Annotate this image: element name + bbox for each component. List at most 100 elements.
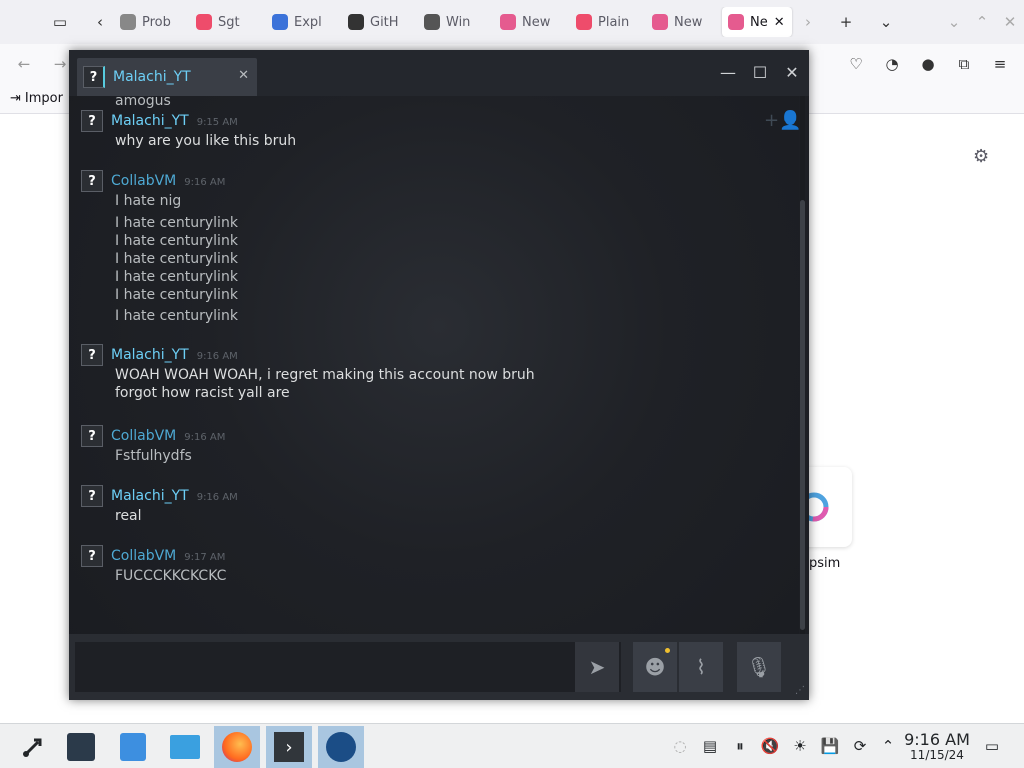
tray-status-icon[interactable]: ◌ — [670, 736, 690, 756]
browser-tab-label: Win — [446, 14, 471, 30]
browser-tab-bar: ▭ ‹ Prob Sgt Expl GitH Win New Plain New Ne ✕ › +… — [0, 0, 1024, 44]
browser-tab[interactable]: GitH — [342, 7, 412, 37]
browser-tab[interactable]: New — [494, 7, 564, 37]
tab-favicon-icon — [272, 14, 288, 30]
message-author[interactable]: Malachi_YT — [111, 488, 189, 504]
discover-store-icon[interactable] — [110, 726, 156, 768]
media-pause-icon[interactable]: ⏸ — [730, 736, 750, 756]
chat-tab[interactable]: ? Malachi_YT ✕ — [77, 58, 257, 96]
maximize-icon[interactable]: ☐ — [748, 60, 772, 84]
gear-icon[interactable]: ⚙ — [973, 146, 989, 167]
chat-composer: ➤ ☻ ⌇ 🎙 ⋰ — [69, 634, 809, 700]
brightness-icon[interactable]: ☀ — [790, 736, 810, 756]
chat-log[interactable]: amogus ? Malachi_YT 9:15 AM why are you lik… — [69, 96, 799, 682]
message-group: ? Malachi_YT 9:15 AM why are you like this … — [81, 110, 781, 150]
browser-tab-label: Expl — [294, 14, 322, 30]
browser-tab[interactable]: Win — [418, 7, 488, 37]
message-line: I hate centurylink — [115, 269, 238, 285]
message-timestamp: 9:16 AM — [196, 351, 238, 362]
scroll-tabs-right-icon[interactable]: › — [794, 8, 822, 36]
list-all-tabs-icon[interactable]: ⌄ — [872, 8, 900, 36]
message-timestamp: 9:17 AM — [184, 552, 226, 563]
message-timestamp: 9:16 AM — [196, 492, 238, 503]
message-author[interactable]: CollabVM — [111, 428, 176, 444]
expand-tray-icon[interactable]: ⌃ — [878, 736, 898, 756]
import-bookmarks-icon[interactable]: ⇥ — [10, 91, 21, 106]
avatar[interactable]: ? — [81, 485, 103, 507]
message-author[interactable]: CollabVM — [111, 173, 176, 189]
tab-favicon-icon — [576, 14, 592, 30]
message-line: I hate nig — [115, 193, 182, 209]
message-header: ? Malachi_YT 9:15 AM — [81, 110, 781, 132]
extension-status-icon[interactable]: ◔ — [878, 50, 906, 78]
account-icon[interactable]: ● — [914, 50, 942, 78]
chat-tab-name: Malachi_YT — [113, 69, 191, 85]
browser-tab[interactable]: Expl — [266, 7, 336, 37]
scroll-tabs-left-icon[interactable]: ‹ — [86, 8, 114, 36]
close-icon[interactable]: ✕ — [780, 60, 804, 84]
update-icon[interactable]: ⟳ — [850, 736, 870, 756]
firefox-icon[interactable] — [214, 726, 260, 768]
file-manager-icon[interactable] — [162, 726, 208, 768]
scrollbar-thumb[interactable] — [800, 200, 805, 630]
browser-tab[interactable]: Prob — [114, 7, 184, 37]
tab-list-icon[interactable]: ▭ — [46, 8, 74, 36]
shortcut-tile-label: psim — [809, 556, 841, 571]
message-line: real — [115, 508, 142, 524]
import-bookmarks-link[interactable]: Impor — [25, 91, 63, 106]
window-minimize-icon[interactable]: ⌄ — [940, 8, 968, 36]
emoticon-button[interactable]: ☻ — [633, 642, 677, 692]
message-author[interactable]: CollabVM — [111, 548, 176, 564]
browser-tab[interactable]: New — [646, 7, 716, 37]
send-button[interactable]: ➤ — [575, 642, 619, 692]
minimize-icon[interactable]: — — [716, 60, 740, 84]
microphone-icon: 🎙 — [746, 655, 772, 679]
avatar[interactable]: ? — [81, 545, 103, 567]
message-group: ? Malachi_YT 9:16 AM WOAH WOAH WOAH, i regr… — [81, 344, 781, 402]
system-settings-icon[interactable] — [58, 726, 104, 768]
browser-tab[interactable]: Ne ✕ — [722, 7, 792, 37]
send-icon: ➤ — [588, 655, 606, 679]
pocket-icon[interactable]: ♡ — [842, 50, 870, 78]
message-line: Fstfulhydfs — [115, 448, 192, 464]
close-tab-icon[interactable]: ✕ — [238, 68, 249, 83]
window-close-icon[interactable]: ✕ — [996, 8, 1024, 36]
clock-time[interactable]: 9:16 AM — [901, 730, 973, 749]
resize-grip-icon[interactable]: ⋰ — [795, 685, 805, 696]
extensions-icon[interactable]: ⧉ — [950, 50, 978, 78]
message-author[interactable]: Malachi_YT — [111, 113, 189, 129]
terminal-icon[interactable]: › — [266, 726, 312, 768]
emoji-icon: ☻ — [644, 655, 666, 679]
chat-titlebar: ? Malachi_YT ✕ — ☐ ✕ — [69, 50, 809, 96]
browser-tab[interactable]: Plain — [570, 7, 640, 37]
taskbar: › ◌ ▤ ⏸ 🔇 ☀ 💾 ⟳ ⌃ ▭ — [0, 723, 1024, 768]
avatar: ? — [83, 66, 105, 88]
window-maximize-icon[interactable]: ⌃ — [968, 8, 996, 36]
menu-icon[interactable]: ≡ — [986, 50, 1014, 78]
avatar[interactable]: ? — [81, 344, 103, 366]
steam-icon[interactable] — [318, 726, 364, 768]
app-launcher-icon[interactable] — [10, 726, 56, 768]
chat-input[interactable] — [75, 642, 621, 692]
browser-tab[interactable]: Sgt — [190, 7, 260, 37]
voice-button[interactable]: 🎙 — [737, 642, 781, 692]
message-timestamp: 9:15 AM — [196, 117, 238, 128]
new-tab-icon[interactable]: + — [832, 8, 860, 36]
volume-muted-icon[interactable]: 🔇 — [760, 736, 780, 756]
notification-dot — [665, 648, 670, 653]
clipboard-icon[interactable]: ▤ — [700, 736, 720, 756]
avatar[interactable]: ? — [81, 110, 103, 132]
message-group: ? CollabVM 9:16 AM I hate nig I hate century… — [81, 170, 781, 325]
avatar[interactable]: ? — [81, 425, 103, 447]
attach-button[interactable]: ⌇ — [679, 642, 723, 692]
close-tab-icon[interactable]: ✕ — [774, 15, 785, 30]
tab-strip: Prob Sgt Expl GitH Win New Plain New Ne ✕ — [114, 7, 794, 37]
avatar[interactable]: ? — [81, 170, 103, 192]
invite-friend-icon[interactable]: +👤 — [764, 110, 802, 131]
message-author[interactable]: Malachi_YT — [111, 347, 189, 363]
message-header: ? CollabVM 9:17 AM — [81, 545, 781, 567]
back-icon[interactable]: ← — [10, 50, 38, 78]
clock-date[interactable]: 11/15/24 — [901, 748, 973, 762]
storage-icon[interactable]: 💾 — [820, 736, 840, 756]
show-desktop-icon[interactable]: ▭ — [982, 736, 1002, 756]
